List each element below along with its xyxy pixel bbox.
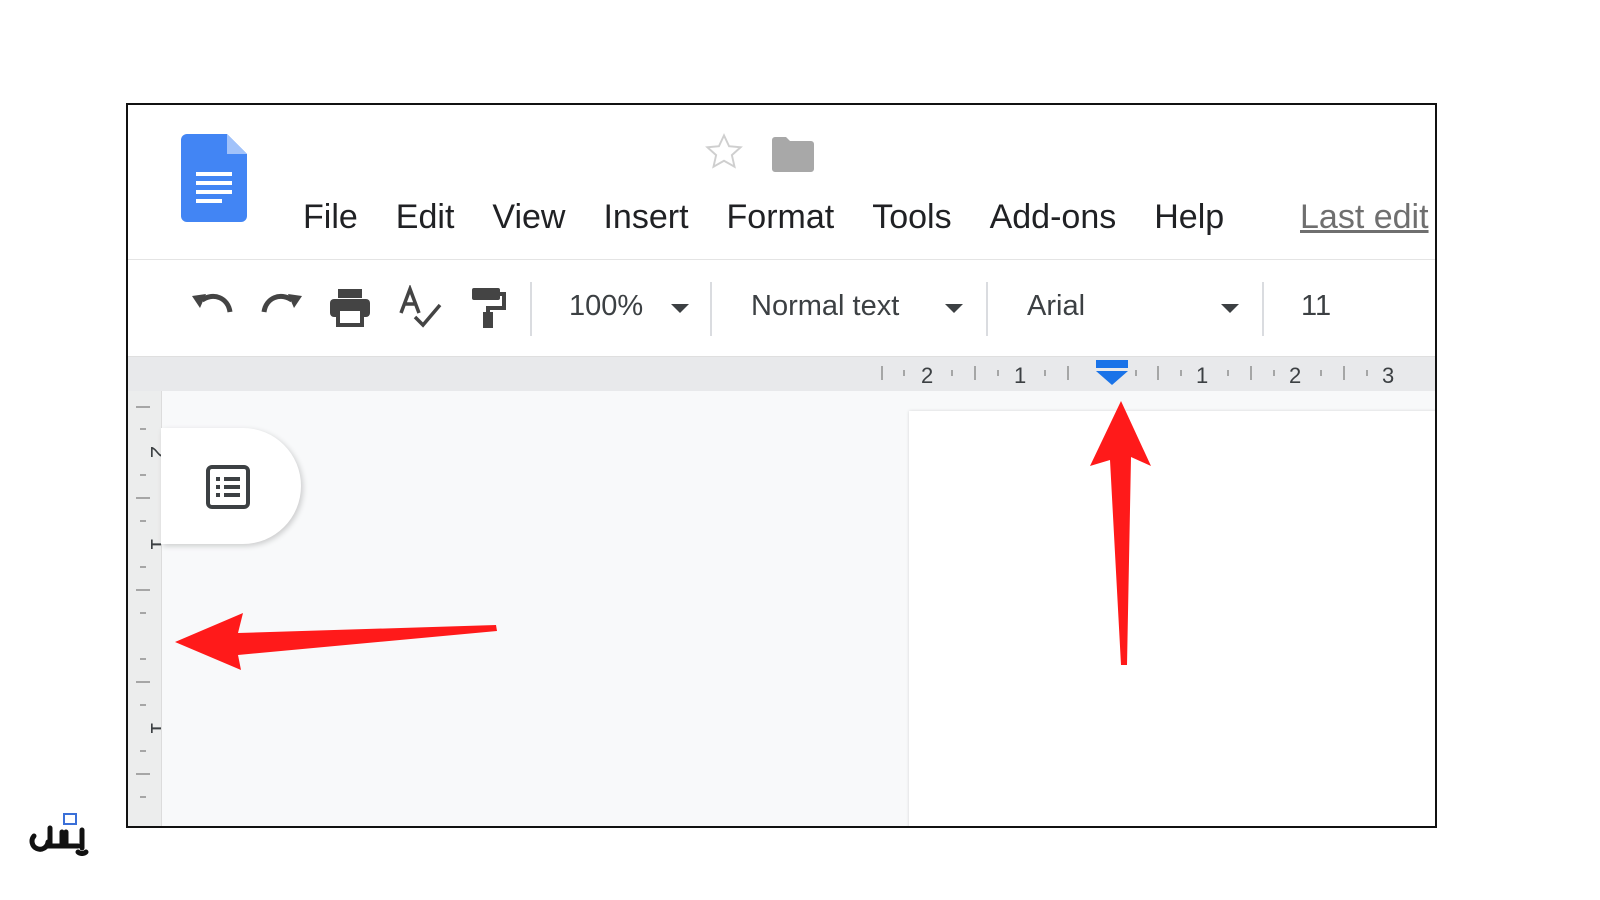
watermark-logo-icon bbox=[29, 813, 89, 856]
app-window: File Edit View Insert Format Tools Add-o… bbox=[126, 103, 1437, 828]
annotation-arrows bbox=[175, 401, 1151, 670]
left-arrow bbox=[175, 613, 497, 670]
up-arrow bbox=[1090, 401, 1151, 665]
